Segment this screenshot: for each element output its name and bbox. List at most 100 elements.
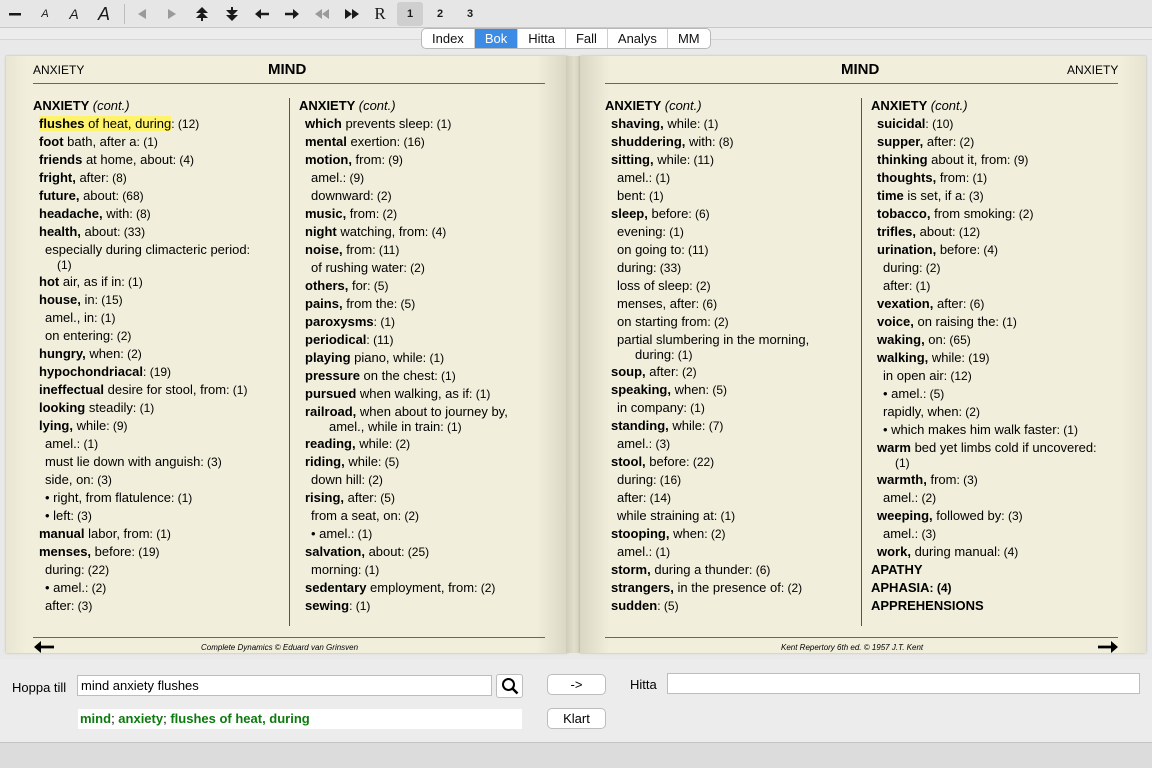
rubric-line[interactable]: pursued when walking, as if: (1): [299, 385, 508, 403]
rubric-line[interactable]: night watching, from: (4): [299, 223, 508, 241]
rubric-line[interactable]: time is set, if a: (3): [871, 187, 1096, 205]
rubric-line[interactable]: • amel.: (1): [299, 525, 508, 543]
prev-page-arrow-icon[interactable]: [33, 640, 55, 656]
zoom-out-icon[interactable]: [2, 2, 28, 26]
rubric-line[interactable]: standing, while: (7): [605, 417, 809, 435]
find-input[interactable]: [667, 673, 1140, 694]
rubric-line[interactable]: sewing: (1): [299, 597, 508, 615]
rubric-line[interactable]: foot bath, after a: (1): [33, 133, 250, 151]
rubric-line[interactable]: after: (14): [605, 489, 809, 507]
rubric-line[interactable]: amel.: (3): [871, 525, 1096, 543]
rubric-heading[interactable]: APPREHENSIONS: [871, 597, 1096, 615]
rubric-line[interactable]: sitting, while: (11): [605, 151, 809, 169]
double-arrow-up-icon[interactable]: [189, 2, 215, 26]
rubric-line[interactable]: paroxysms: (1): [299, 313, 508, 331]
clear-button[interactable]: Klart: [547, 708, 606, 729]
fast-forward-icon[interactable]: [339, 2, 365, 26]
rubric-line[interactable]: suicidal: (10): [871, 115, 1096, 133]
rubric-heading[interactable]: APATHY: [871, 561, 1096, 579]
path-segment[interactable]: flushes of heat, during: [170, 711, 309, 726]
rubric-line[interactable]: loss of sleep: (2): [605, 277, 809, 295]
rubric-line[interactable]: bent: (1): [605, 187, 809, 205]
rubric-line[interactable]: rising, after: (5): [299, 489, 508, 507]
rubric-line[interactable]: music, from: (2): [299, 205, 508, 223]
rubric-line[interactable]: headache, with: (8): [33, 205, 250, 223]
rubric-line[interactable]: from a seat, on: (2): [299, 507, 508, 525]
reset-button[interactable]: R: [367, 2, 393, 26]
rubric-line[interactable]: evening: (1): [605, 223, 809, 241]
rubric-line[interactable]: flushes of heat, during: (12): [33, 115, 250, 133]
rubric-line[interactable]: vexation, after: (6): [871, 295, 1096, 313]
rubric-line[interactable]: pains, from the: (5): [299, 295, 508, 313]
font-large-button[interactable]: A: [91, 2, 117, 26]
rubric-heading[interactable]: ANXIETY (cont.): [871, 97, 1096, 115]
rubric-line[interactable]: downward: (2): [299, 187, 508, 205]
rubric-line[interactable]: voice, on raising the: (1): [871, 313, 1096, 331]
rubric-line[interactable]: health, about: (33): [33, 223, 250, 241]
jump-to-input[interactable]: [77, 675, 492, 696]
rubric-line[interactable]: • amel.: (5): [871, 385, 1096, 403]
arrow-left-icon[interactable]: [249, 2, 275, 26]
rubric-line[interactable]: warmth, from: (3): [871, 471, 1096, 489]
rubric-line[interactable]: strangers, in the presence of: (2): [605, 579, 809, 597]
rubric-line[interactable]: looking steadily: (1): [33, 399, 250, 417]
tab-analysis[interactable]: Analys: [608, 29, 668, 48]
page-3-button[interactable]: 3: [457, 2, 483, 26]
rubric-line[interactable]: • right, from flatulence: (1): [33, 489, 250, 507]
rubric-line[interactable]: friends at home, about: (4): [33, 151, 250, 169]
rubric-line[interactable]: manual labor, from: (1): [33, 525, 250, 543]
rubric-line[interactable]: down hill: (2): [299, 471, 508, 489]
rubric-line[interactable]: periodical: (11): [299, 331, 508, 349]
rubric-heading[interactable]: APHASIA: (4): [871, 579, 1096, 597]
rubric-line[interactable]: shuddering, with: (8): [605, 133, 809, 151]
rubric-line[interactable]: salvation, about: (25): [299, 543, 508, 561]
rubric-line[interactable]: riding, while: (5): [299, 453, 508, 471]
rubric-line[interactable]: walking, while: (19): [871, 349, 1096, 367]
rubric-line[interactable]: pressure on the chest: (1): [299, 367, 508, 385]
rubric-line[interactable]: urination, before: (4): [871, 241, 1096, 259]
rubric-line[interactable]: after: (3): [33, 597, 250, 615]
rubric-line[interactable]: in open air: (12): [871, 367, 1096, 385]
rubric-line[interactable]: warm bed yet limbs cold if uncovered:: [871, 439, 1096, 457]
rubric-line[interactable]: amel.: (9): [299, 169, 508, 187]
rubric-line[interactable]: (1): [871, 457, 1096, 471]
rubric-heading[interactable]: ANXIETY (cont.): [299, 97, 508, 115]
rubric-heading[interactable]: ANXIETY (cont.): [605, 97, 809, 115]
rubric-line[interactable]: hypochondriacal: (19): [33, 363, 250, 381]
rubric-line[interactable]: in company: (1): [605, 399, 809, 417]
rubric-line[interactable]: menses, before: (19): [33, 543, 250, 561]
rubric-line[interactable]: noise, from: (11): [299, 241, 508, 259]
rubric-line[interactable]: waking, on: (65): [871, 331, 1096, 349]
rubric-line[interactable]: side, on: (3): [33, 471, 250, 489]
rubric-line[interactable]: • which makes him walk faster: (1): [871, 421, 1096, 439]
rubric-line[interactable]: stool, before: (22): [605, 453, 809, 471]
rubric-line[interactable]: during: (22): [33, 561, 250, 579]
page-2-button[interactable]: 2: [427, 2, 453, 26]
rubric-line[interactable]: hungry, when: (2): [33, 345, 250, 363]
rubric-line[interactable]: during: (16): [605, 471, 809, 489]
rubric-line[interactable]: mental exertion: (16): [299, 133, 508, 151]
next-page-arrow-icon[interactable]: [1097, 640, 1119, 656]
rubric-line[interactable]: weeping, followed by: (3): [871, 507, 1096, 525]
rubric-line[interactable]: sedentary employment, from: (2): [299, 579, 508, 597]
rubric-line[interactable]: tobacco, from smoking: (2): [871, 205, 1096, 223]
rubric-line[interactable]: during: (1): [605, 348, 809, 363]
rubric-line[interactable]: • amel.: (2): [33, 579, 250, 597]
rubric-line[interactable]: lying, while: (9): [33, 417, 250, 435]
rubric-line[interactable]: future, about: (68): [33, 187, 250, 205]
rubric-line[interactable]: amel.: (1): [605, 169, 809, 187]
go-button[interactable]: ->: [547, 674, 606, 695]
rubric-line[interactable]: sudden: (5): [605, 597, 809, 615]
rubric-line[interactable]: motion, from: (9): [299, 151, 508, 169]
rubric-line[interactable]: while straining at: (1): [605, 507, 809, 525]
rubric-heading[interactable]: ANXIETY (cont.): [33, 97, 250, 115]
rubric-line[interactable]: amel.: (1): [33, 435, 250, 453]
rubric-line[interactable]: ineffectual desire for stool, from: (1): [33, 381, 250, 399]
font-small-button[interactable]: A: [32, 2, 58, 26]
rubric-line[interactable]: on going to: (11): [605, 241, 809, 259]
tab-book[interactable]: Bok: [474, 29, 519, 48]
rubric-line[interactable]: fright, after: (8): [33, 169, 250, 187]
rubric-line[interactable]: during: (33): [605, 259, 809, 277]
rubric-line[interactable]: others, for: (5): [299, 277, 508, 295]
rubric-line[interactable]: (1): [33, 259, 250, 273]
